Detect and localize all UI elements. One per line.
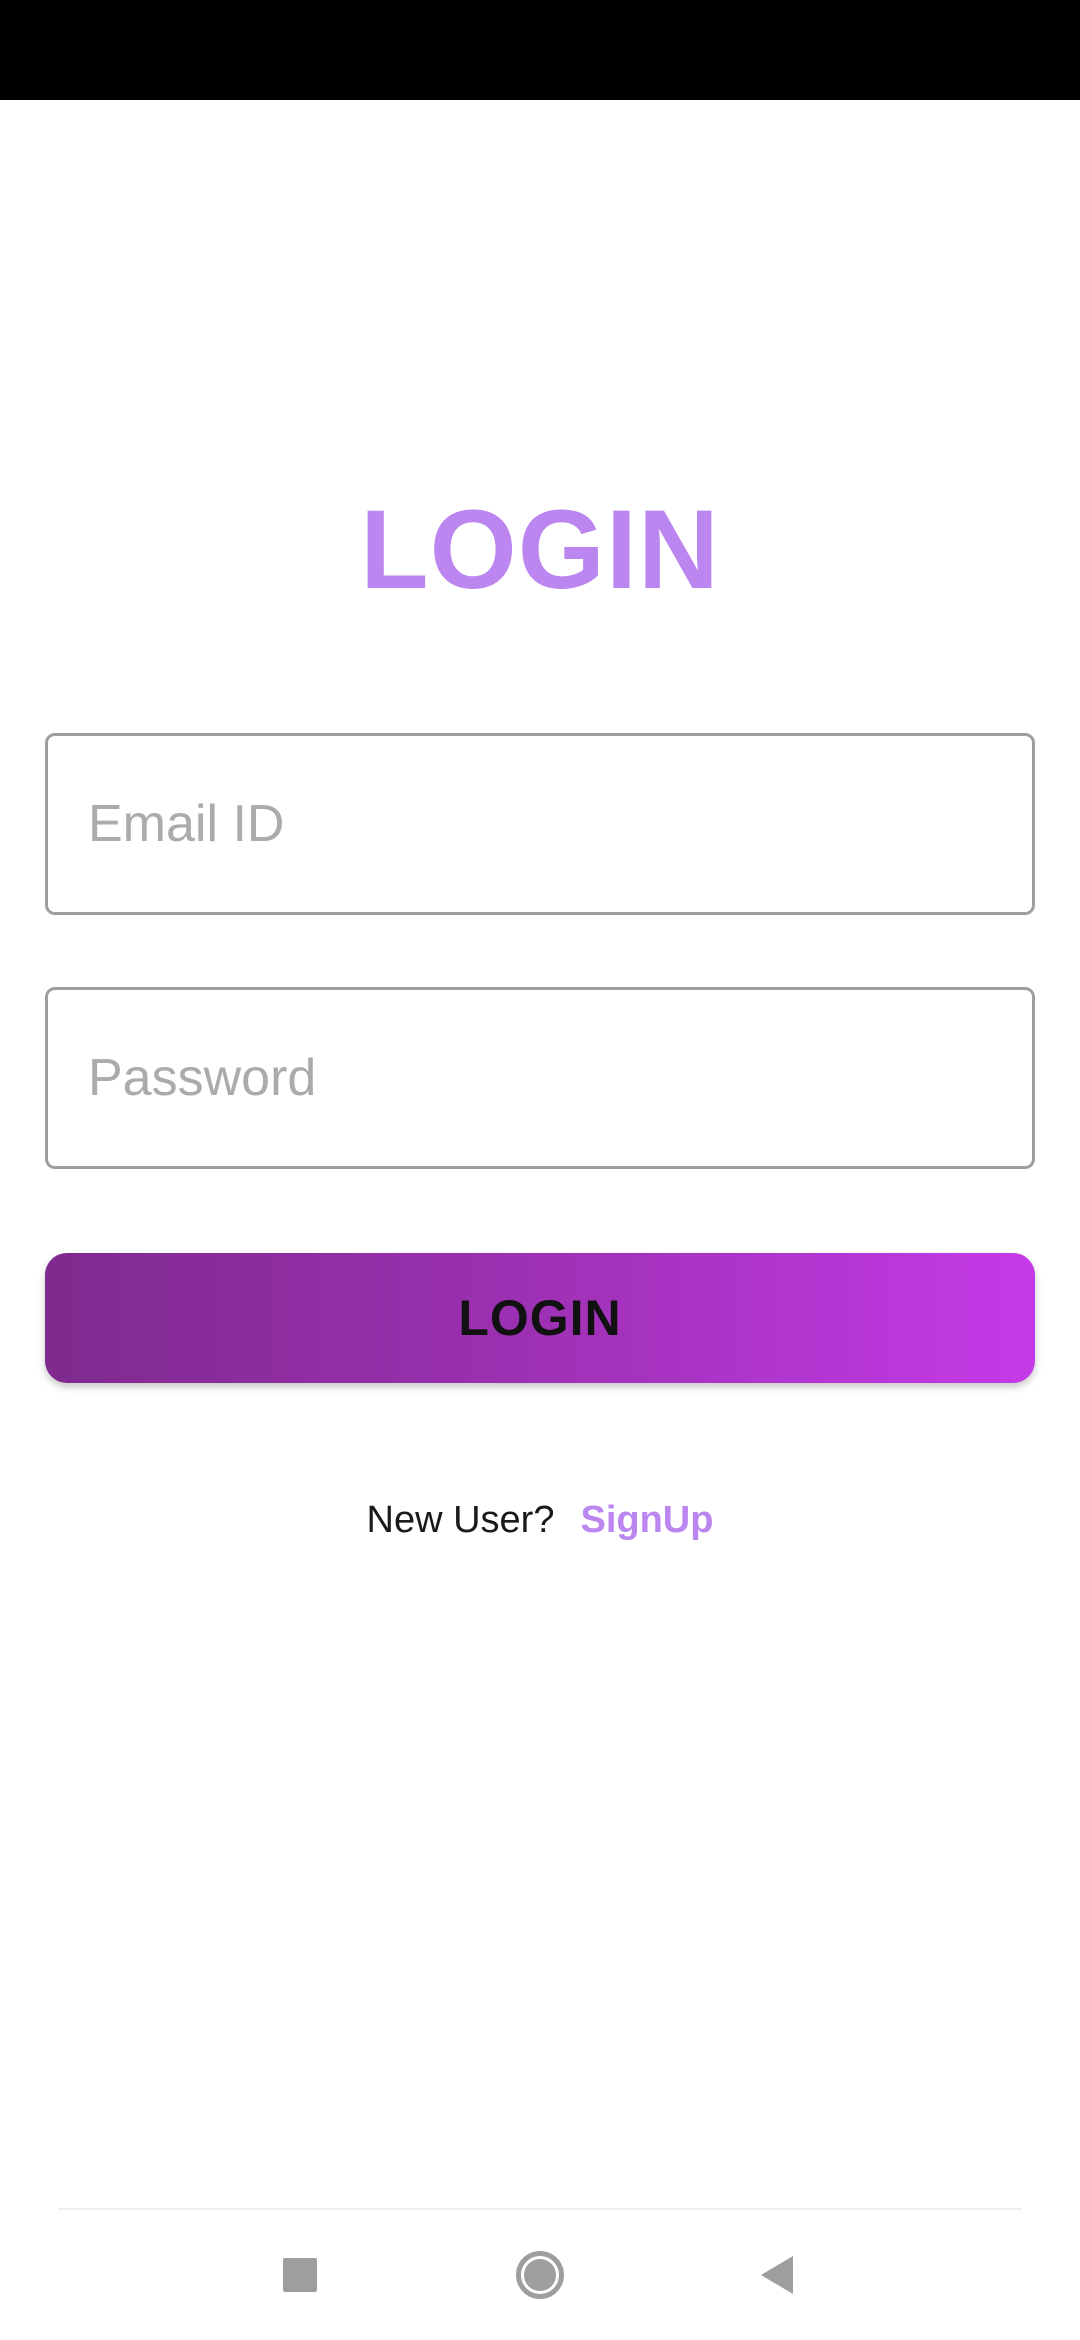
recents-icon — [283, 2258, 317, 2292]
back-icon — [761, 2256, 793, 2294]
email-input[interactable] — [88, 736, 988, 912]
signup-prompt: New User? — [366, 1499, 555, 1541]
page-title: LOGIN — [360, 487, 720, 612]
status-bar — [0, 0, 1080, 100]
email-field[interactable] — [45, 733, 1035, 915]
signup-link[interactable]: SignUp — [580, 1499, 713, 1541]
back-button[interactable] — [717, 2210, 837, 2340]
signup-row: New User? SignUp — [0, 1490, 1080, 1550]
home-icon — [516, 2251, 564, 2299]
navigation-bar — [0, 2210, 1080, 2340]
recents-button[interactable] — [240, 2210, 360, 2340]
password-field[interactable] — [45, 987, 1035, 1169]
login-button-label: LOGIN — [458, 1290, 622, 1346]
password-input[interactable] — [88, 990, 988, 1166]
login-button[interactable]: LOGIN — [45, 1253, 1035, 1383]
home-button[interactable] — [480, 2210, 600, 2340]
